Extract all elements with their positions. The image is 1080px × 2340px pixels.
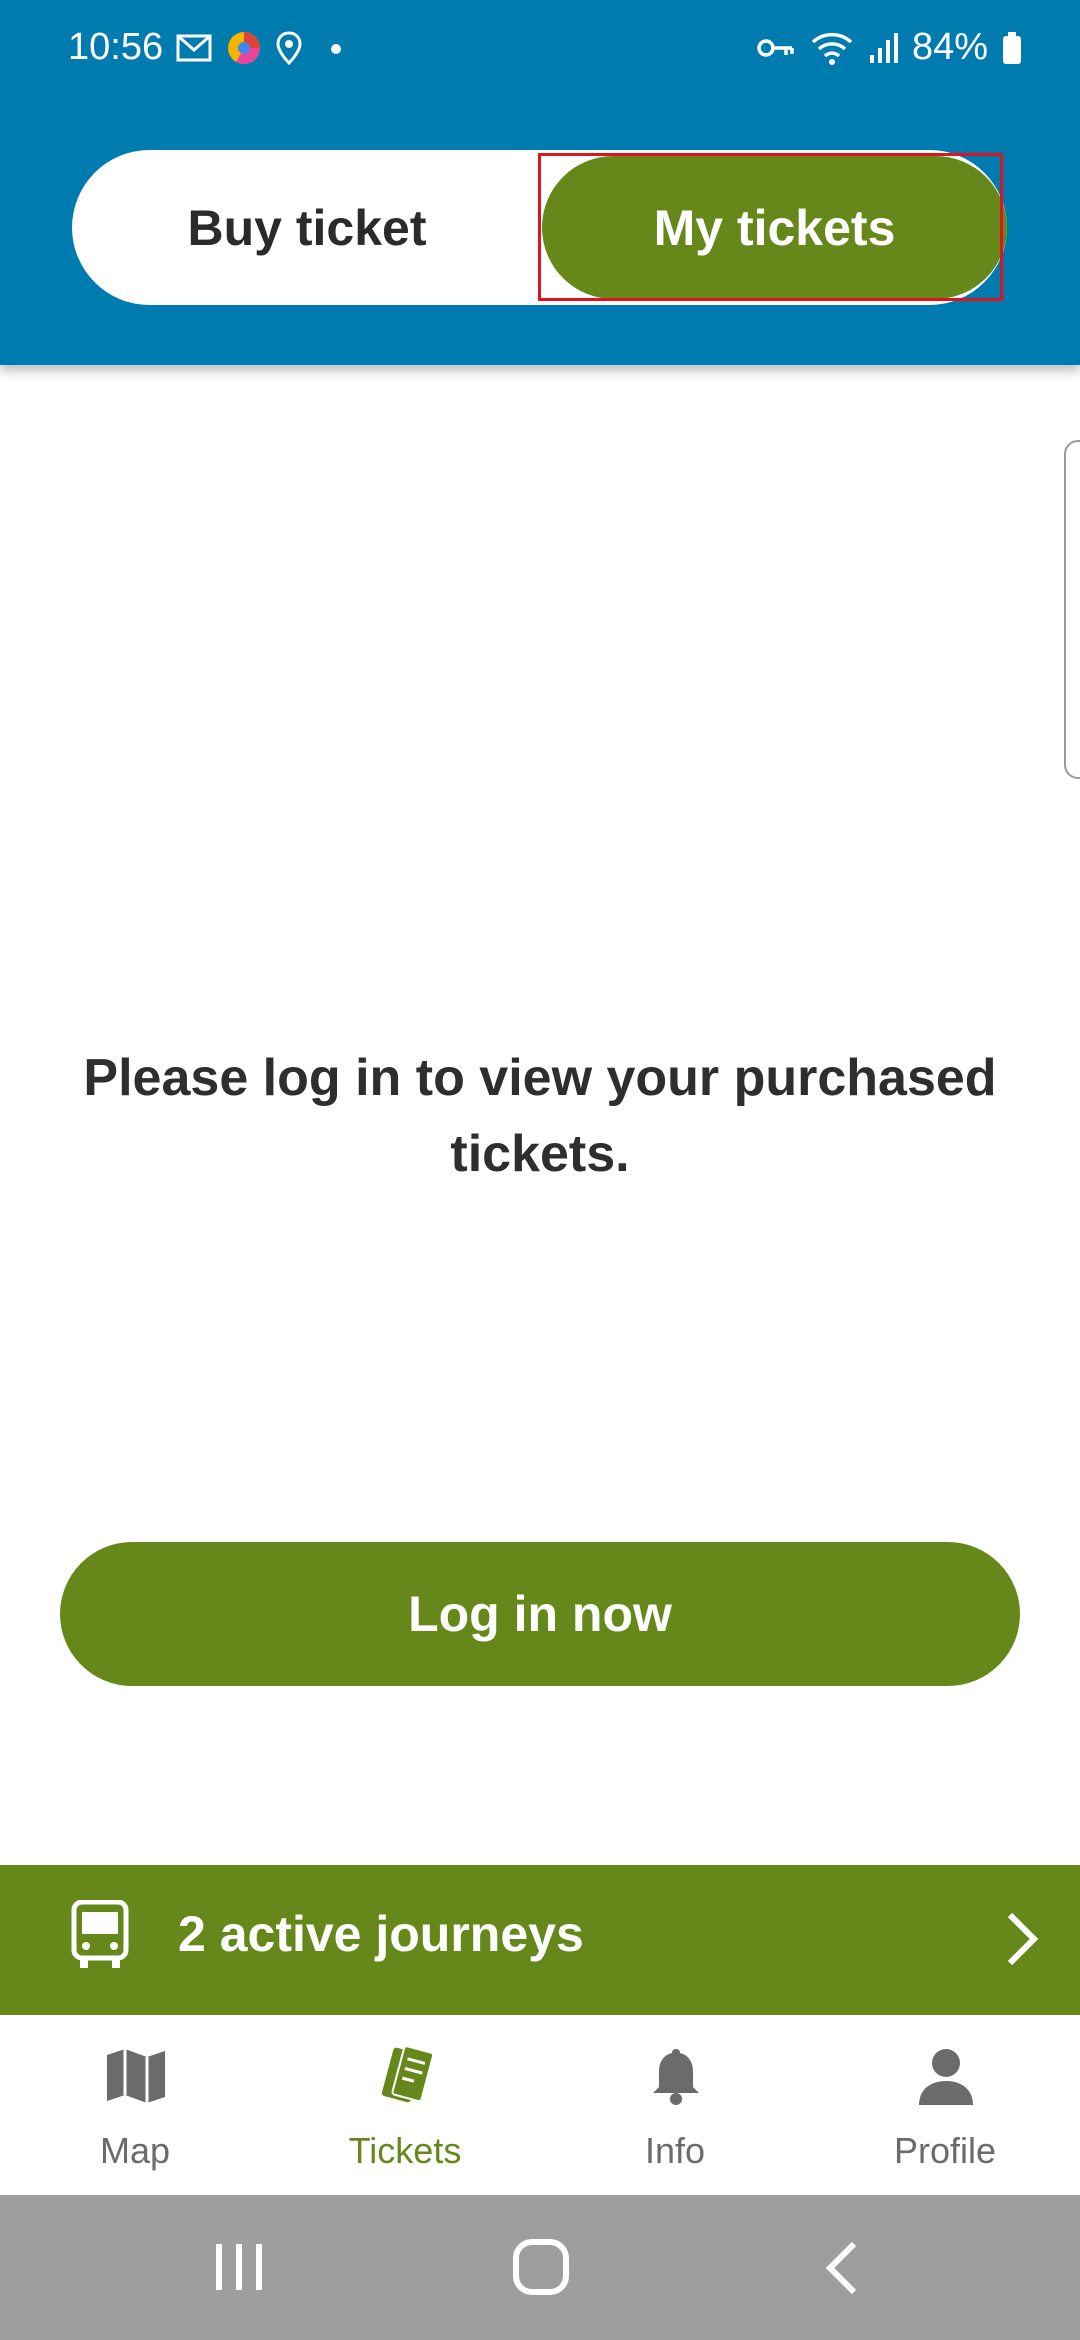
ticket-mode-toggle: Buy ticket My tickets bbox=[72, 150, 1007, 305]
home-icon[interactable] bbox=[512, 2238, 570, 2296]
side-edge-panel-handle[interactable] bbox=[1064, 440, 1080, 779]
battery-icon bbox=[1003, 31, 1021, 64]
app-header: 10:56 84% Buy ticket My tickets bbox=[0, 0, 1080, 365]
nav-item-map[interactable]: Map bbox=[0, 2015, 270, 2195]
signal-icon bbox=[869, 32, 898, 63]
map-icon bbox=[107, 2049, 165, 2103]
status-icons-right: 84% bbox=[756, 26, 1022, 69]
active-journeys-label: 2 active journeys bbox=[178, 1906, 584, 1962]
person-icon bbox=[919, 2049, 973, 2105]
nav-item-info[interactable]: Info bbox=[540, 2015, 810, 2195]
location-icon bbox=[276, 31, 302, 65]
nav-item-tickets[interactable]: Tickets bbox=[270, 2015, 540, 2195]
log-in-now-button[interactable]: Log in now bbox=[60, 1542, 1020, 1686]
tickets-icon bbox=[381, 2045, 435, 2103]
back-icon[interactable] bbox=[822, 2240, 862, 2296]
nav-label-tickets: Tickets bbox=[348, 2130, 462, 2171]
login-prompt-message: Please log in to view your purchased tic… bbox=[83, 1049, 997, 1183]
my-tickets-tab[interactable]: My tickets bbox=[542, 156, 1007, 299]
bus-icon bbox=[71, 1900, 129, 1968]
nav-item-profile[interactable]: Profile bbox=[810, 2015, 1080, 2195]
wifi-icon bbox=[811, 32, 853, 65]
browser-icon bbox=[228, 32, 261, 65]
nav-label-profile: Profile bbox=[893, 2130, 997, 2171]
bell-icon bbox=[653, 2049, 699, 2105]
dot-icon bbox=[331, 44, 341, 54]
bottom-navigation: Map Tickets Info Profile bbox=[0, 2015, 1080, 2195]
nav-label-map: Map bbox=[99, 2130, 171, 2171]
vpn-key-icon bbox=[757, 38, 794, 57]
system-navigation-bar bbox=[0, 2195, 1080, 2340]
battery-percent: 84% bbox=[911, 26, 988, 68]
mail-icon bbox=[176, 34, 212, 62]
chevron-right-icon bbox=[1007, 1912, 1039, 1966]
buy-ticket-tab[interactable]: Buy ticket bbox=[72, 150, 542, 305]
nav-label-info: Info bbox=[644, 2130, 706, 2171]
status-bar: 10:56 84% bbox=[0, 0, 1080, 100]
status-icons-left bbox=[176, 30, 346, 66]
status-time: 10:56 bbox=[68, 26, 164, 68]
active-journeys-bar[interactable]: 2 active journeys bbox=[0, 1865, 1080, 2015]
recent-apps-icon[interactable] bbox=[212, 2240, 266, 2294]
